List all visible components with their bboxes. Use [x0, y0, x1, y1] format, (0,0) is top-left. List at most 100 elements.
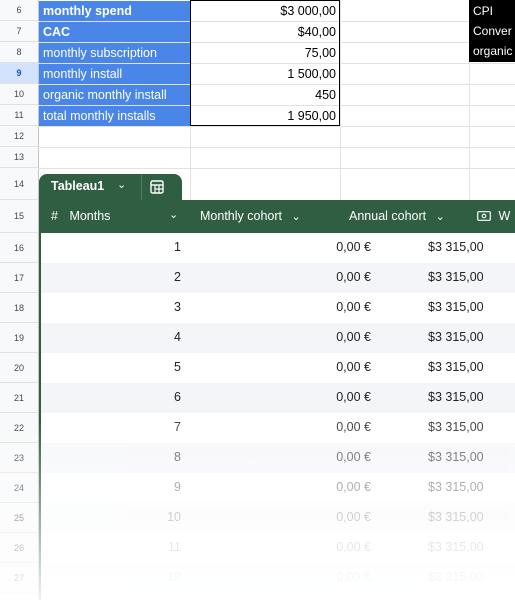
row-number[interactable]: 22	[0, 413, 38, 443]
values-border	[190, 0, 340, 126]
table-row[interactable]: 6 0,00 € $3 315,00	[39, 383, 515, 413]
table-row[interactable]: 8 0,00 € $3 315,00	[39, 443, 515, 473]
row-number[interactable]: 25	[0, 503, 38, 533]
row-number[interactable]: 23	[0, 443, 38, 473]
table-row[interactable]: 3 0,00 € $3 315,00	[39, 293, 515, 323]
table-view-icon[interactable]	[149, 179, 165, 195]
table-row[interactable]: 7 0,00 € $3 315,00	[39, 413, 515, 443]
cell-annual-cohort[interactable]: $3 315,00	[428, 360, 514, 374]
row-number[interactable]: 7	[0, 21, 38, 42]
side-labels-box[interactable]: CPI Conver organic	[469, 0, 515, 62]
row-number[interactable]: 27	[0, 563, 38, 593]
metric-label[interactable]: monthly subscription	[39, 43, 190, 63]
metric-label[interactable]: organic monthly install	[39, 85, 190, 105]
chevron-down-icon[interactable]: ⌄	[291, 211, 300, 223]
grid-line	[340, 0, 341, 200]
cell-months[interactable]: 8	[39, 450, 181, 464]
cell-months[interactable]: 2	[39, 270, 181, 284]
column-header-monthly-label: Monthly cohort	[200, 209, 282, 223]
row-number[interactable]: 9	[0, 63, 38, 84]
table-name: Tableau1	[51, 179, 105, 193]
cell-monthly-cohort[interactable]: 0,00 €	[239, 360, 371, 374]
cell-months[interactable]: 11	[39, 540, 181, 554]
row-number[interactable]: 20	[0, 353, 38, 383]
metric-label[interactable]: monthly spend	[39, 1, 190, 21]
column-header-annual-cohort[interactable]: Annual cohort ⌄	[349, 209, 445, 223]
cell-months[interactable]: 12	[39, 570, 181, 584]
row-number[interactable]: 13	[0, 147, 38, 168]
cell-months[interactable]: 4	[39, 330, 181, 344]
table-row[interactable]: 9 0,00 € $3 315,00	[39, 473, 515, 503]
cell-annual-cohort[interactable]: $3 315,00	[428, 300, 514, 314]
row-number[interactable]: 15	[0, 200, 38, 233]
chevron-down-icon[interactable]: ⌄	[117, 178, 126, 191]
cell-annual-cohort[interactable]: $3 315,00	[428, 240, 514, 254]
side-label-cpi: CPI	[473, 4, 494, 18]
cell-annual-cohort[interactable]: $3 315,00	[428, 570, 514, 584]
table-row[interactable]: 10 0,00 € $3 315,00	[39, 503, 515, 533]
table-row[interactable]: 2 0,00 € $3 315,00	[39, 263, 515, 293]
cell-monthly-cohort[interactable]: 0,00 €	[239, 540, 371, 554]
spreadsheet-grid: 6 7 8 9 10 11 12 13 14 15 16 17 18 19 20 21 22 23 24 25 26 27…	[0, 0, 515, 600]
row-number[interactable]: 21	[0, 383, 38, 413]
cell-annual-cohort[interactable]: $3 315,00	[428, 330, 514, 344]
column-header-months[interactable]: # Months	[51, 209, 110, 223]
cell-annual-cohort[interactable]: $3 315,00	[428, 270, 514, 284]
row-number[interactable]: 8	[0, 42, 38, 63]
column-header-monthly-cohort[interactable]: Monthly cohort ⌄	[200, 209, 301, 223]
cell-monthly-cohort[interactable]: 0,00 €	[239, 300, 371, 314]
cell-months[interactable]: 6	[39, 390, 181, 404]
cell-months[interactable]: 10	[39, 510, 181, 524]
cell-months[interactable]: 3	[39, 300, 181, 314]
metric-label[interactable]: CAC	[39, 22, 190, 42]
table-header-row: # Months ⌄ Monthly cohort ⌄ Annual cohor…	[39, 200, 515, 233]
row-number[interactable]: 12	[0, 126, 38, 147]
table-row[interactable]: 12 0,00 € $3 315,00	[39, 563, 515, 593]
cell-months[interactable]: 5	[39, 360, 181, 374]
cell-monthly-cohort[interactable]: 0,00 €	[239, 570, 371, 584]
cell-months[interactable]: 1	[39, 240, 181, 254]
grid-line	[38, 126, 515, 127]
cell-monthly-cohort[interactable]: 0,00 €	[239, 480, 371, 494]
cell-monthly-cohort[interactable]: 0,00 €	[239, 270, 371, 284]
side-label-conversion: Conver	[473, 24, 512, 38]
cell-monthly-cohort[interactable]: 0,00 €	[239, 240, 371, 254]
chevron-down-icon[interactable]: ⌄	[436, 211, 445, 223]
tab-divider	[141, 174, 142, 200]
row-number[interactable]: 16	[0, 233, 38, 263]
cell-monthly-cohort[interactable]: 0,00 €	[239, 330, 371, 344]
table-row[interactable]: 11 0,00 € $3 315,00	[39, 533, 515, 563]
cell-annual-cohort[interactable]: $3 315,00	[428, 540, 514, 554]
row-number[interactable]: 19	[0, 323, 38, 353]
cell-annual-cohort[interactable]: $3 315,00	[428, 480, 514, 494]
cell-monthly-cohort[interactable]: 0,00 €	[239, 510, 371, 524]
cell-annual-cohort[interactable]: $3 315,00	[428, 420, 514, 434]
column-header-w[interactable]: W	[477, 209, 510, 223]
metric-label[interactable]: monthly install	[39, 64, 190, 84]
cell-months[interactable]: 7	[39, 420, 181, 434]
cell-monthly-cohort[interactable]: 0,00 €	[239, 390, 371, 404]
row-number[interactable]: 18	[0, 293, 38, 323]
cell-monthly-cohort[interactable]: 0,00 €	[239, 450, 371, 464]
table-row[interactable]: 1 0,00 € $3 315,00	[39, 233, 515, 263]
table-row[interactable]: 4 0,00 € $3 315,00	[39, 323, 515, 353]
row-number[interactable]: 6	[0, 0, 38, 21]
metric-label[interactable]: total monthly installs	[39, 106, 190, 126]
cell-annual-cohort[interactable]: $3 315,00	[428, 390, 514, 404]
row-number[interactable]: 26	[0, 533, 38, 563]
cell-months[interactable]: 9	[39, 480, 181, 494]
row-number[interactable]: 11	[0, 105, 38, 126]
cell-monthly-cohort[interactable]: 0,00 €	[239, 420, 371, 434]
row-number[interactable]: 17	[0, 263, 38, 293]
row-number[interactable]: 14	[0, 168, 38, 200]
table-name-tab[interactable]: Tableau1 ⌄	[39, 174, 182, 200]
currency-type-icon	[477, 211, 491, 221]
cell-annual-cohort[interactable]: $3 315,00	[428, 510, 514, 524]
cell-annual-cohort[interactable]: $3 315,00	[428, 450, 514, 464]
row-number[interactable]: 10	[0, 84, 38, 105]
table-left-border	[39, 233, 41, 600]
grid-line	[38, 168, 515, 169]
chevron-down-icon[interactable]: ⌄	[169, 208, 178, 221]
row-number[interactable]: 24	[0, 473, 38, 503]
table-row[interactable]: 5 0,00 € $3 315,00	[39, 353, 515, 383]
